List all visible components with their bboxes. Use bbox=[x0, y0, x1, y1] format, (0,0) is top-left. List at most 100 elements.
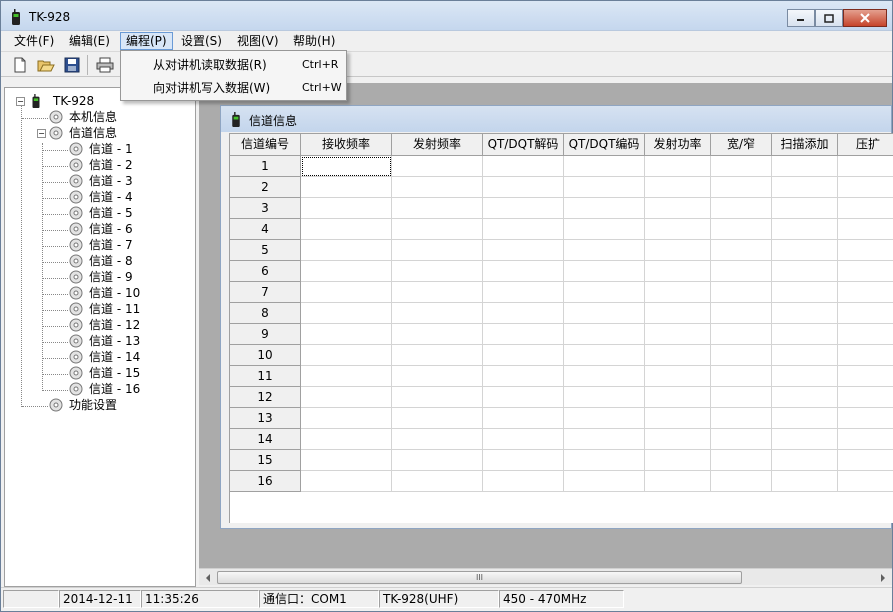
row-header[interactable]: 14 bbox=[230, 429, 301, 450]
scroll-right-button[interactable] bbox=[874, 569, 891, 586]
table-cell[interactable] bbox=[772, 387, 838, 408]
table-cell[interactable] bbox=[645, 282, 711, 303]
table-cell[interactable] bbox=[301, 345, 392, 366]
table-cell[interactable] bbox=[392, 366, 483, 387]
table-cell[interactable] bbox=[483, 324, 564, 345]
table-cell[interactable] bbox=[645, 408, 711, 429]
table-cell[interactable] bbox=[301, 387, 392, 408]
row-header[interactable]: 8 bbox=[230, 303, 301, 324]
channel-tree[interactable]: − TK-928 本机信息 − 信道信息 信道 - 1 信道 - 2 信道 - … bbox=[4, 87, 196, 587]
table-cell[interactable] bbox=[645, 261, 711, 282]
row-header[interactable]: 15 bbox=[230, 450, 301, 471]
table-cell[interactable] bbox=[711, 240, 772, 261]
table-cell[interactable] bbox=[564, 240, 645, 261]
table-cell[interactable] bbox=[564, 303, 645, 324]
table-cell[interactable] bbox=[711, 177, 772, 198]
row-header[interactable]: 5 bbox=[230, 240, 301, 261]
table-cell[interactable] bbox=[711, 450, 772, 471]
close-button[interactable] bbox=[843, 9, 887, 27]
row-header[interactable]: 3 bbox=[230, 198, 301, 219]
table-cell[interactable] bbox=[301, 261, 392, 282]
new-button[interactable] bbox=[10, 55, 30, 75]
column-header[interactable]: QT/DQT编码 bbox=[564, 134, 645, 156]
table-cell[interactable] bbox=[711, 324, 772, 345]
table-cell[interactable] bbox=[392, 387, 483, 408]
table-cell[interactable] bbox=[392, 345, 483, 366]
table-cell[interactable] bbox=[772, 366, 838, 387]
table-cell[interactable] bbox=[483, 303, 564, 324]
table-cell[interactable] bbox=[483, 450, 564, 471]
table-cell[interactable] bbox=[564, 408, 645, 429]
column-header[interactable]: QT/DQT解码 bbox=[483, 134, 564, 156]
table-cell[interactable] bbox=[711, 303, 772, 324]
minimize-button[interactable] bbox=[787, 9, 815, 27]
table-cell[interactable] bbox=[483, 282, 564, 303]
table-cell[interactable] bbox=[711, 408, 772, 429]
column-header[interactable]: 接收频率 bbox=[301, 134, 392, 156]
table-cell[interactable] bbox=[838, 366, 893, 387]
table-cell[interactable] bbox=[564, 156, 645, 177]
table-cell[interactable] bbox=[564, 345, 645, 366]
table-cell[interactable] bbox=[301, 303, 392, 324]
menu-item-write-radio[interactable]: 向对讲机写入数据(W) Ctrl+W bbox=[121, 77, 346, 99]
table-cell[interactable] bbox=[392, 471, 483, 492]
table-cell[interactable] bbox=[838, 324, 893, 345]
table-cell[interactable] bbox=[483, 408, 564, 429]
maximize-button[interactable] bbox=[815, 9, 843, 27]
table-cell[interactable] bbox=[301, 324, 392, 345]
tree-collapse-toggle[interactable]: − bbox=[16, 97, 25, 106]
table-cell[interactable] bbox=[483, 156, 564, 177]
title-bar[interactable]: TK-928 bbox=[1, 1, 892, 31]
table-cell[interactable] bbox=[483, 366, 564, 387]
menu-help[interactable]: 帮助(H) bbox=[288, 32, 340, 50]
column-header[interactable]: 压扩 bbox=[838, 134, 893, 156]
table-cell[interactable] bbox=[645, 156, 711, 177]
table-cell[interactable] bbox=[564, 282, 645, 303]
menu-settings[interactable]: 设置(S) bbox=[176, 32, 227, 50]
table-cell[interactable] bbox=[772, 261, 838, 282]
table-cell[interactable] bbox=[564, 324, 645, 345]
table-cell[interactable] bbox=[564, 366, 645, 387]
table-cell[interactable] bbox=[564, 219, 645, 240]
menu-view[interactable]: 视图(V) bbox=[232, 32, 284, 50]
scroll-thumb[interactable]: III bbox=[217, 571, 742, 584]
table-cell[interactable] bbox=[483, 261, 564, 282]
row-header[interactable]: 16 bbox=[230, 471, 301, 492]
table-cell[interactable] bbox=[711, 471, 772, 492]
table-cell[interactable] bbox=[838, 261, 893, 282]
table-cell[interactable] bbox=[711, 366, 772, 387]
table-cell[interactable] bbox=[483, 219, 564, 240]
column-header[interactable]: 发射频率 bbox=[392, 134, 483, 156]
table-cell[interactable] bbox=[772, 240, 838, 261]
menu-file[interactable]: 文件(F) bbox=[9, 32, 59, 50]
table-cell[interactable] bbox=[772, 303, 838, 324]
table-cell[interactable] bbox=[392, 429, 483, 450]
table-cell[interactable] bbox=[564, 429, 645, 450]
table-cell[interactable] bbox=[301, 282, 392, 303]
table-cell[interactable] bbox=[772, 471, 838, 492]
row-header[interactable]: 12 bbox=[230, 387, 301, 408]
table-cell[interactable] bbox=[838, 387, 893, 408]
print-button[interactable] bbox=[95, 55, 115, 75]
table-cell[interactable] bbox=[645, 219, 711, 240]
table-cell[interactable] bbox=[564, 387, 645, 408]
table-cell[interactable] bbox=[483, 198, 564, 219]
table-cell[interactable] bbox=[645, 450, 711, 471]
table-cell[interactable] bbox=[838, 303, 893, 324]
row-header[interactable]: 11 bbox=[230, 366, 301, 387]
row-header[interactable]: 9 bbox=[230, 324, 301, 345]
table-cell[interactable] bbox=[483, 177, 564, 198]
table-cell[interactable] bbox=[564, 261, 645, 282]
table-cell[interactable] bbox=[838, 240, 893, 261]
row-header[interactable]: 7 bbox=[230, 282, 301, 303]
column-header[interactable]: 宽/窄 bbox=[711, 134, 772, 156]
table-cell[interactable] bbox=[838, 429, 893, 450]
table-cell[interactable] bbox=[838, 198, 893, 219]
scroll-left-button[interactable] bbox=[199, 569, 216, 586]
table-cell[interactable] bbox=[711, 345, 772, 366]
table-cell[interactable] bbox=[564, 198, 645, 219]
table-cell[interactable] bbox=[301, 450, 392, 471]
table-cell[interactable] bbox=[392, 303, 483, 324]
table-cell[interactable] bbox=[645, 345, 711, 366]
table-cell[interactable] bbox=[711, 387, 772, 408]
